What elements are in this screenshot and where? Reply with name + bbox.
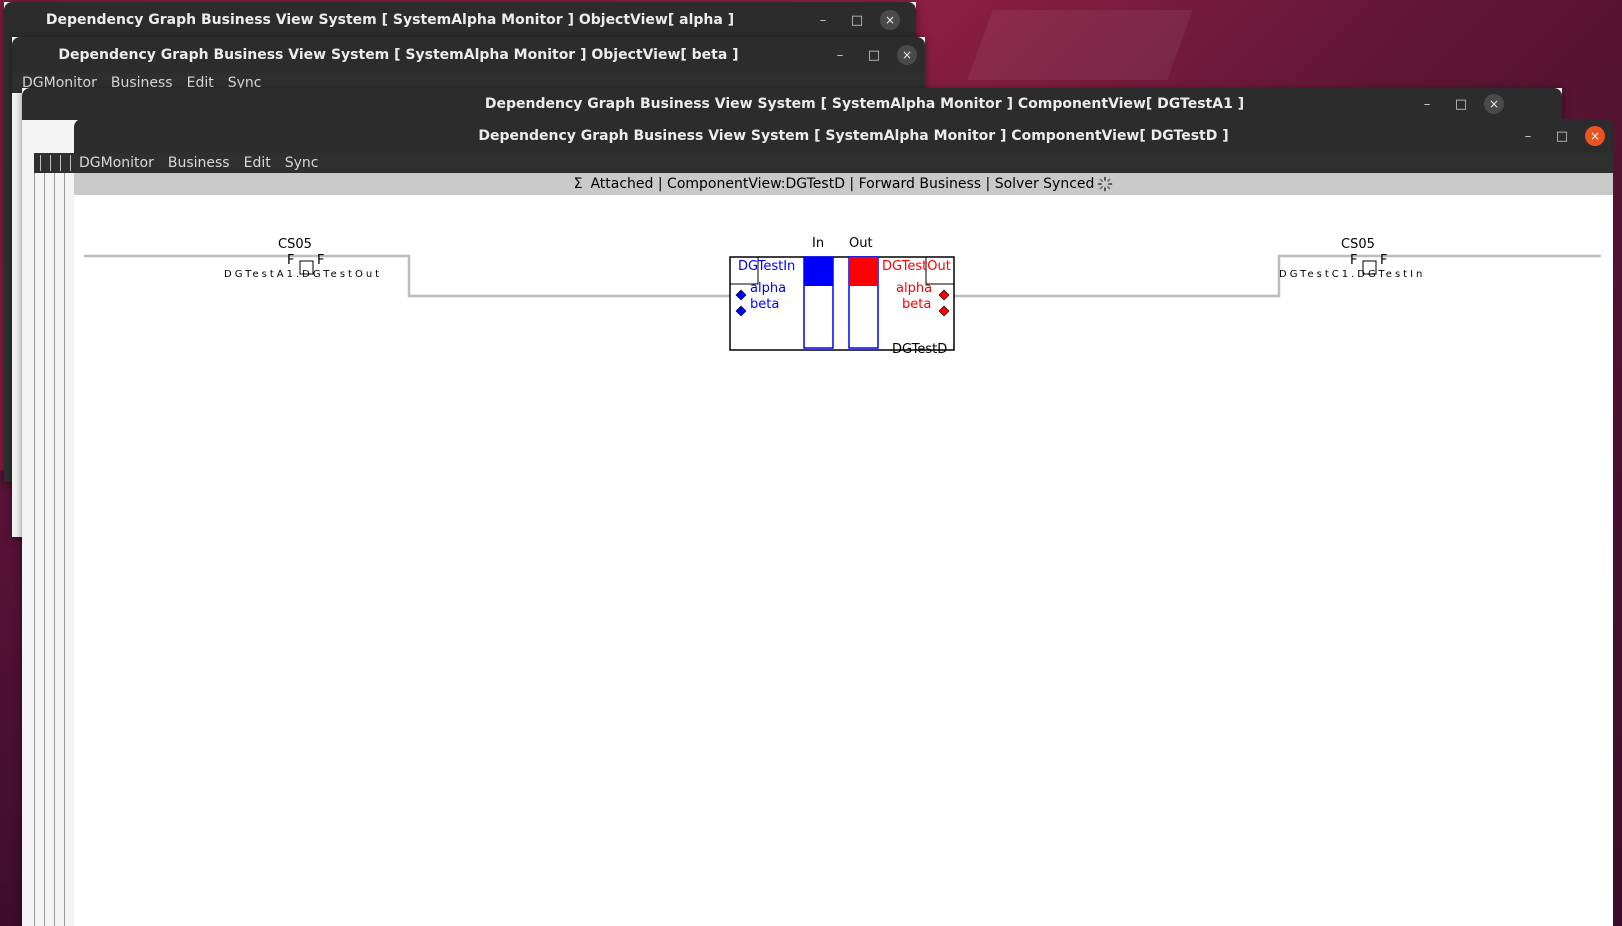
minimize-button[interactable]: – bbox=[1410, 97, 1444, 112]
window-controls: – □ × bbox=[1410, 88, 1504, 120]
sigma-icon: Σ bbox=[573, 176, 583, 192]
left-node-name: CS05 bbox=[278, 237, 312, 252]
out-object-beta[interactable]: beta bbox=[902, 297, 931, 312]
left-node-path: DGTestA1.DGTestOut bbox=[224, 269, 383, 280]
window-titlebar[interactable]: Dependency Graph Business View System [ … bbox=[12, 37, 925, 73]
in-column-label: In bbox=[812, 236, 825, 251]
right-node-flag-left: F bbox=[1350, 253, 1358, 268]
window-title: Dependency Graph Business View System [ … bbox=[484, 96, 1245, 112]
close-button[interactable]: × bbox=[1484, 94, 1504, 114]
close-button[interactable]: × bbox=[897, 45, 917, 65]
in-object-alpha[interactable]: alpha bbox=[750, 281, 786, 296]
status-text: Attached | ComponentView:DGTestD | Forwa… bbox=[590, 176, 1095, 192]
out-column-fill bbox=[849, 257, 878, 286]
window-edge-divider bbox=[70, 155, 71, 171]
out-object-alpha[interactable]: alpha bbox=[896, 281, 932, 296]
close-button[interactable]: × bbox=[1585, 126, 1605, 146]
maximize-button[interactable]: □ bbox=[1545, 129, 1579, 144]
close-button[interactable]: × bbox=[880, 10, 900, 30]
menu-bar: DGMonitor Business Edit Sync bbox=[34, 153, 1613, 173]
menu-edit[interactable]: Edit bbox=[244, 155, 271, 171]
maximize-button[interactable]: □ bbox=[840, 13, 874, 28]
left-connection-line bbox=[84, 254, 734, 298]
right-node-path: DGTestC1.DGTestIn bbox=[1279, 269, 1426, 280]
window-controls: – □ × bbox=[806, 2, 900, 38]
window-controls: – □ × bbox=[1511, 119, 1605, 153]
desktop-wallpaper-shape bbox=[967, 10, 1193, 80]
left-node-flag-right: F bbox=[317, 253, 325, 268]
status-bar: Σ Attached | ComponentView:DGTestD | For… bbox=[74, 173, 1613, 195]
right-connection-line bbox=[952, 254, 1601, 298]
dependency-graph bbox=[84, 254, 1601, 351]
out-column-label: Out bbox=[849, 236, 873, 251]
window-title: Dependency Graph Business View System [ … bbox=[58, 47, 739, 63]
right-node-name: CS05 bbox=[1341, 237, 1375, 252]
in-port-label[interactable]: DGTestIn bbox=[738, 259, 795, 274]
window-edge-divider bbox=[60, 155, 61, 171]
graph-canvas[interactable]: CS05 F F DGTestA1.DGTestOut CS05 F F DGT… bbox=[74, 195, 1613, 926]
loading-spinner-icon bbox=[1098, 176, 1113, 192]
window-controls: – □ × bbox=[823, 37, 917, 73]
window-titlebar[interactable]: Dependency Graph Business View System [ … bbox=[22, 88, 1562, 120]
window-title: Dependency Graph Business View System [ … bbox=[478, 128, 1229, 144]
minimize-button[interactable]: – bbox=[806, 13, 840, 28]
out-port-label[interactable]: DGTestOut bbox=[882, 259, 951, 274]
in-column-fill bbox=[804, 257, 833, 286]
left-node-flag-left: F bbox=[287, 253, 295, 268]
minimize-button[interactable]: – bbox=[823, 48, 857, 63]
window-edge-divider bbox=[40, 155, 41, 171]
maximize-button[interactable]: □ bbox=[1444, 97, 1478, 112]
maximize-button[interactable]: □ bbox=[857, 48, 891, 63]
menu-business[interactable]: Business bbox=[168, 155, 230, 171]
window-title: Dependency Graph Business View System [ … bbox=[45, 12, 735, 28]
component-name-label: DGTestD bbox=[892, 342, 948, 357]
window-edge-divider bbox=[50, 155, 51, 171]
menu-sync[interactable]: Sync bbox=[285, 155, 319, 171]
minimize-button[interactable]: – bbox=[1511, 129, 1545, 144]
menu-dgmonitor[interactable]: DGMonitor bbox=[79, 155, 154, 171]
window-titlebar[interactable]: Dependency Graph Business View System [ … bbox=[4, 2, 916, 38]
window-titlebar[interactable]: Dependency Graph Business View System [ … bbox=[74, 119, 1613, 153]
right-node-flag-right: F bbox=[1380, 253, 1388, 268]
in-object-beta[interactable]: beta bbox=[750, 297, 779, 312]
